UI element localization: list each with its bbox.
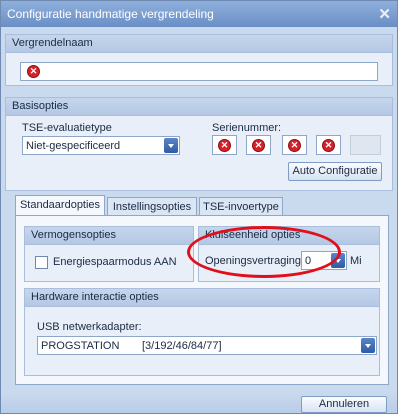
chevron-down-icon[interactable] [164,138,178,153]
name-panel-header: Vergrendelnaam [6,35,392,53]
usb-adapter-select[interactable]: PROGSTATION [3/192/46/84/77] [37,336,377,355]
tab-setting-options[interactable]: Instellingsopties [107,197,197,216]
basic-options-header: Basisopties [6,98,392,116]
hardware-options-panel: Hardware interactie opties USB netwerkad… [24,288,380,376]
serial-part-5 [350,135,381,155]
config-dialog: Configuratie handmatige vergrendeling ✕ … [0,0,398,414]
energy-saving-label: Energiespaarmodus AAN [53,256,177,268]
tab-standard-options[interactable]: Standaardopties [15,195,105,217]
error-icon: ✕ [288,139,301,152]
serial-part-3[interactable]: ✕ [282,135,307,155]
tse-type-value: Niet-gespecificeerd [26,140,121,152]
error-icon: ✕ [218,139,231,152]
window-title: Configuratie handmatige vergrendeling [7,7,214,21]
basic-options-panel: Basisopties TSE-evaluatietype Niet-gespe… [5,97,393,191]
tse-type-label: TSE-evaluatietype [22,122,112,134]
usb-adapter-name: PROGSTATION [41,340,120,352]
usb-adapter-path: [3/192/46/84/77] [142,340,222,352]
capacity-options-header: Vermogensopties [25,227,193,245]
error-icon: ✕ [322,139,335,152]
capacity-options-panel: Vermogensopties Energiespaarmodus AAN [24,226,194,282]
lock-name-input[interactable]: ✕ [20,62,378,81]
name-panel: Vergrendelnaam ✕ [5,34,393,86]
serial-number-label: Serienummer: [212,122,282,134]
serial-part-1[interactable]: ✕ [212,135,237,155]
serial-part-4[interactable]: ✕ [316,135,341,155]
opening-delay-unit: Mi [350,255,362,267]
tse-type-select[interactable]: Niet-gespecificeerd [22,136,180,155]
tab-tse-input-type[interactable]: TSE-invoertype [199,197,283,216]
error-icon: ✕ [252,139,265,152]
usb-adapter-label: USB netwerkadapter: [37,321,142,333]
highlight-annotation [187,226,341,278]
error-icon: ✕ [27,65,40,78]
energy-saving-checkbox[interactable] [35,256,48,269]
cancel-button[interactable]: Annuleren [301,396,387,413]
title-bar[interactable]: Configuratie handmatige vergrendeling ✕ [1,1,397,27]
hardware-options-header: Hardware interactie opties [25,289,379,307]
close-icon[interactable]: ✕ [378,5,391,23]
serial-part-2[interactable]: ✕ [246,135,271,155]
chevron-down-icon[interactable] [361,338,375,353]
footer-bar: Annuleren [1,393,397,413]
auto-config-button[interactable]: Auto Configuratie [288,162,382,181]
